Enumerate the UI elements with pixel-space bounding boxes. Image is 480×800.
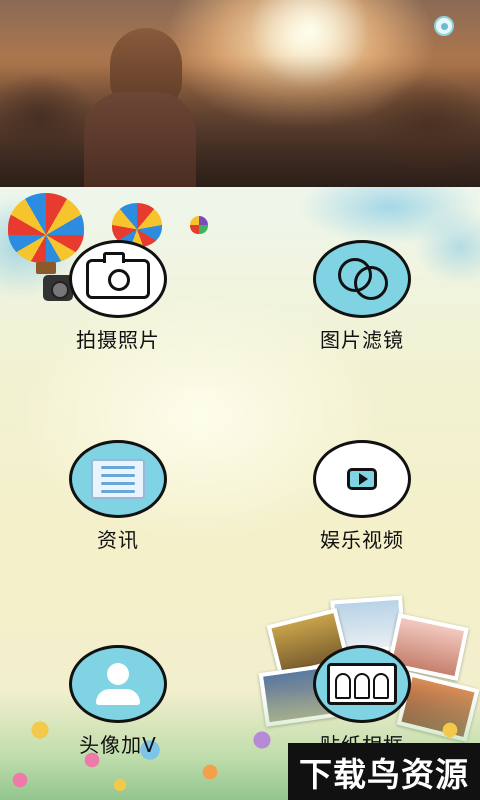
menu-item-take-photo[interactable]: 拍摄照片 [48, 240, 188, 353]
photo-frame-icon[interactable] [313, 645, 411, 723]
watermark-badge: 下载鸟资源 [288, 743, 480, 800]
filter-icon[interactable] [313, 240, 411, 318]
menu-item-label: 娱乐视频 [320, 528, 404, 552]
avatar-icon[interactable] [69, 645, 167, 723]
camera-icon[interactable] [69, 240, 167, 318]
menu-item-photo-filter[interactable]: 图片滤镜 [292, 240, 432, 353]
hot-air-balloon-small [190, 216, 208, 234]
background-trees [0, 55, 480, 187]
news-icon[interactable] [69, 440, 167, 518]
menu-item-news[interactable]: 资讯 [48, 440, 188, 553]
menu-item-label: 资讯 [97, 528, 139, 552]
header-banner-photo [0, 0, 480, 187]
menu-item-avatar-v[interactable]: 头像加V [48, 645, 188, 758]
menu-item-label: 头像加V [79, 733, 157, 757]
menu-item-label: 拍摄照片 [76, 328, 160, 352]
menu-item-entertainment-video[interactable]: 娱乐视频 [292, 440, 432, 553]
video-icon[interactable] [313, 440, 411, 518]
menu-item-sticker-frame[interactable]: 贴纸相框 [292, 645, 432, 758]
settings-icon[interactable] [434, 16, 454, 36]
girl-silhouette-body [84, 92, 196, 187]
menu-item-label: 图片滤镜 [320, 328, 404, 352]
